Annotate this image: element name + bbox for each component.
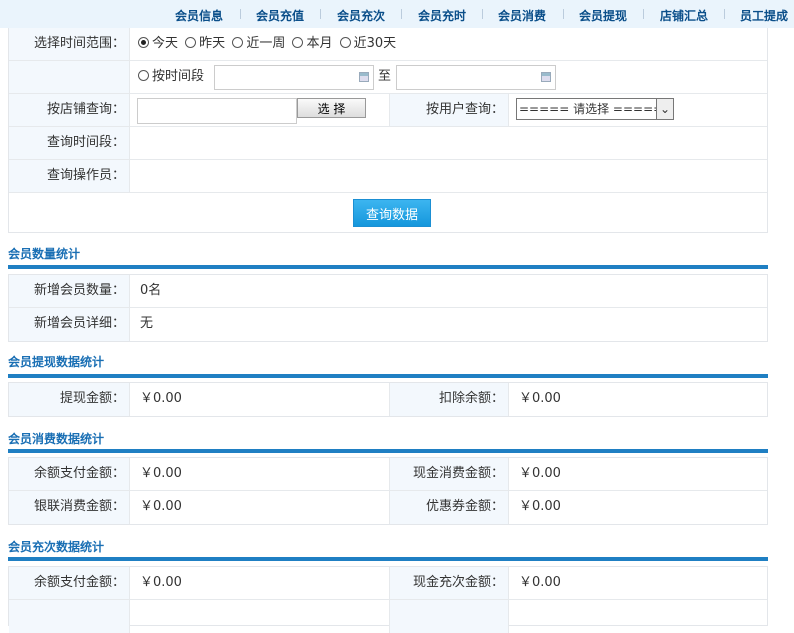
nav-separator xyxy=(401,9,402,19)
top-nav: 会员信息 会员充值 会员充次 会员充时 会员消费 会员提现 店铺汇总 员工提成 xyxy=(0,0,794,28)
cash-consume-value: ￥0.00 xyxy=(519,466,561,481)
calendar-icon[interactable] xyxy=(359,72,369,82)
section-divider xyxy=(8,265,768,269)
nav-staff-commission[interactable]: 员工提成 xyxy=(740,7,788,24)
select-store-button[interactable]: 选 择 xyxy=(297,98,366,118)
new-count-label: 新增会员数量： xyxy=(9,275,130,307)
new-detail-label: 新增会员详细： xyxy=(9,308,130,341)
recharge-cash-value: ￥0.00 xyxy=(519,575,561,590)
section-title-member-count: 会员数量统计 xyxy=(8,247,81,261)
calendar-icon[interactable] xyxy=(541,72,551,82)
deduct-label: 扣除余额： xyxy=(389,383,509,416)
section-divider xyxy=(8,374,768,378)
nav-member-withdraw[interactable]: 会员提现 xyxy=(579,7,627,24)
store-user-row: 按店铺查询： 选 择 按用户查询： ===== 请选择 ===== ⌄ xyxy=(9,94,767,127)
option-label: 本月 xyxy=(306,36,333,51)
unionpay-label: 银联消费金额： xyxy=(9,491,130,524)
radio-icon xyxy=(232,37,244,48)
query-data-button[interactable]: 查询数据 xyxy=(353,199,431,227)
user-select[interactable]: ===== 请选择 ===== ⌄ xyxy=(516,98,674,120)
time-range-row: 选择时间范围： 今天 昨天 近一周 本月 近30天 xyxy=(9,28,767,61)
section-title-recharge-times: 会员充次数据统计 xyxy=(8,540,105,554)
withdraw-table: 提现金额： ￥0.00 扣除余额： ￥0.00 xyxy=(8,382,768,417)
to-label: 至 xyxy=(378,69,392,84)
user-select-value: ===== 请选择 ===== xyxy=(519,102,664,116)
empty-label xyxy=(389,600,509,633)
recharge-cash-label: 现金充次金额： xyxy=(389,567,509,599)
nav-member-consume[interactable]: 会员消费 xyxy=(498,7,546,24)
query-form: 选择时间范围： 今天 昨天 近一周 本月 近30天 按时间段 至 按店铺查询： … xyxy=(8,28,768,233)
nav-member-times[interactable]: 会员充次 xyxy=(337,7,385,24)
consume-table: 余额支付金额： ￥0.00 现金消费金额： ￥0.00 银联消费金额： ￥0.00 优惠券… xyxy=(8,457,768,525)
new-detail-value: 无 xyxy=(140,316,154,331)
time-range-label: 选择时间范围： xyxy=(9,28,130,60)
empty-label xyxy=(9,600,130,633)
withdraw-amount-label: 提现金额： xyxy=(9,383,130,416)
end-date-input[interactable] xyxy=(396,65,556,90)
unionpay-value: ￥0.00 xyxy=(140,499,182,514)
nav-separator xyxy=(240,9,241,19)
store-label: 按店铺查询： xyxy=(9,94,130,126)
nav-separator xyxy=(643,9,644,19)
coupon-value: ￥0.00 xyxy=(519,499,561,514)
nav-member-recharge[interactable]: 会员充值 xyxy=(256,7,304,24)
option-label: 今天 xyxy=(152,36,179,51)
option-today[interactable]: 今天 xyxy=(138,36,178,51)
nav-separator xyxy=(482,9,483,19)
option-week[interactable]: 近一周 xyxy=(232,36,285,51)
coupon-label: 优惠券金额： xyxy=(389,491,509,524)
user-label: 按用户查询： xyxy=(389,94,509,126)
section-title-withdraw: 会员提现数据统计 xyxy=(8,355,105,369)
section-title-consume: 会员消费数据统计 xyxy=(8,432,105,446)
submit-row: 查询数据 xyxy=(9,193,767,231)
period-display-row: 查询时间段： xyxy=(9,127,767,160)
radio-icon xyxy=(138,37,149,48)
nav-store-summary[interactable]: 店铺汇总 xyxy=(660,7,708,24)
option-label: 按时间段 xyxy=(152,69,205,84)
nav-separator xyxy=(320,9,321,19)
operator-label: 查询操作员： xyxy=(9,160,130,192)
radio-icon xyxy=(138,70,149,81)
balance-pay-label: 余额支付金额： xyxy=(9,458,130,490)
chevron-down-icon[interactable]: ⌄ xyxy=(656,99,673,119)
option-label: 昨天 xyxy=(199,36,226,51)
radio-icon xyxy=(185,37,197,48)
radio-icon xyxy=(339,37,351,48)
nav-member-time[interactable]: 会员充时 xyxy=(418,7,466,24)
withdraw-amount-value: ￥0.00 xyxy=(140,391,182,406)
option-label: 近一周 xyxy=(246,36,286,51)
operator-value xyxy=(130,160,140,192)
store-input[interactable] xyxy=(137,98,297,124)
start-date-input[interactable] xyxy=(214,65,374,90)
cash-consume-label: 现金消费金额： xyxy=(389,458,509,490)
recharge-times-table: 余额支付金额： ￥0.00 现金充次金额： ￥0.00 xyxy=(8,566,768,633)
nav-separator xyxy=(724,9,725,19)
option-month[interactable]: 本月 xyxy=(292,36,332,51)
period-row: 按时间段 至 xyxy=(9,61,767,94)
deduct-value: ￥0.00 xyxy=(519,391,561,406)
balance-pay-value: ￥0.00 xyxy=(140,466,182,481)
period-label-empty xyxy=(9,61,130,93)
member-count-table: 新增会员数量： 0名 新增会员详细： 无 xyxy=(8,274,768,342)
nav-member-info[interactable]: 会员信息 xyxy=(175,7,223,24)
radio-icon xyxy=(292,37,304,48)
period-label: 查询时间段： xyxy=(9,127,130,159)
option-30days[interactable]: 近30天 xyxy=(339,36,397,51)
new-count-value: 0名 xyxy=(140,283,162,298)
operator-row: 查询操作员： xyxy=(9,160,767,193)
period-value xyxy=(130,127,140,159)
option-label: 近30天 xyxy=(353,36,397,51)
recharge-balance-label: 余额支付金额： xyxy=(9,567,130,599)
option-yesterday[interactable]: 昨天 xyxy=(185,36,225,51)
recharge-balance-value: ￥0.00 xyxy=(140,575,182,590)
section-divider xyxy=(8,449,768,453)
section-divider xyxy=(8,557,768,561)
option-by-period[interactable]: 按时间段 xyxy=(138,69,204,84)
nav-separator xyxy=(563,9,564,19)
